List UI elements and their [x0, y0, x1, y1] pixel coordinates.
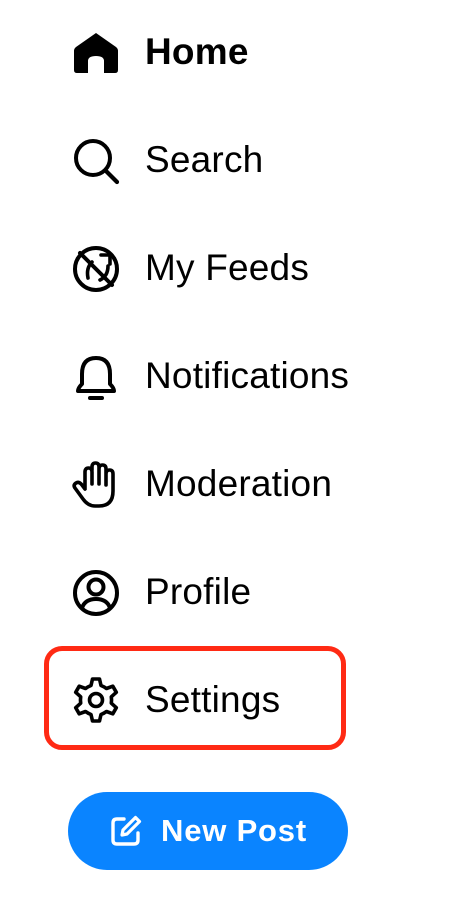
search-icon — [70, 134, 122, 186]
nav-label-notifications: Notifications — [145, 355, 350, 396]
nav-label-my-feeds: My Feeds — [145, 247, 310, 288]
nav-item-home[interactable]: Home — [70, 22, 390, 82]
nav-label-moderation: Moderation — [145, 463, 333, 504]
feeds-icon — [70, 242, 122, 294]
nav-item-my-feeds[interactable]: My Feeds — [70, 238, 390, 298]
nav-label-home: Home — [145, 31, 249, 72]
bell-icon — [70, 350, 122, 402]
compose-icon — [109, 814, 143, 848]
new-post-label: New Post — [161, 813, 307, 848]
nav-label-profile: Profile — [145, 571, 252, 612]
home-icon — [70, 26, 122, 78]
nav-label-settings: Settings — [145, 679, 281, 720]
nav-item-settings[interactable]: Settings — [70, 670, 390, 730]
profile-icon — [70, 566, 122, 618]
nav-item-search[interactable]: Search — [70, 130, 390, 190]
nav-item-moderation[interactable]: Moderation — [70, 454, 390, 514]
nav-item-notifications[interactable]: Notifications — [70, 346, 390, 406]
gear-icon — [70, 674, 122, 726]
main-navigation: Home Search My Feeds Notifications Moder… — [0, 0, 456, 780]
new-post-button[interactable]: New Post — [68, 792, 348, 870]
nav-item-profile[interactable]: Profile — [70, 562, 390, 622]
hand-icon — [70, 458, 122, 510]
nav-label-search: Search — [145, 139, 264, 180]
